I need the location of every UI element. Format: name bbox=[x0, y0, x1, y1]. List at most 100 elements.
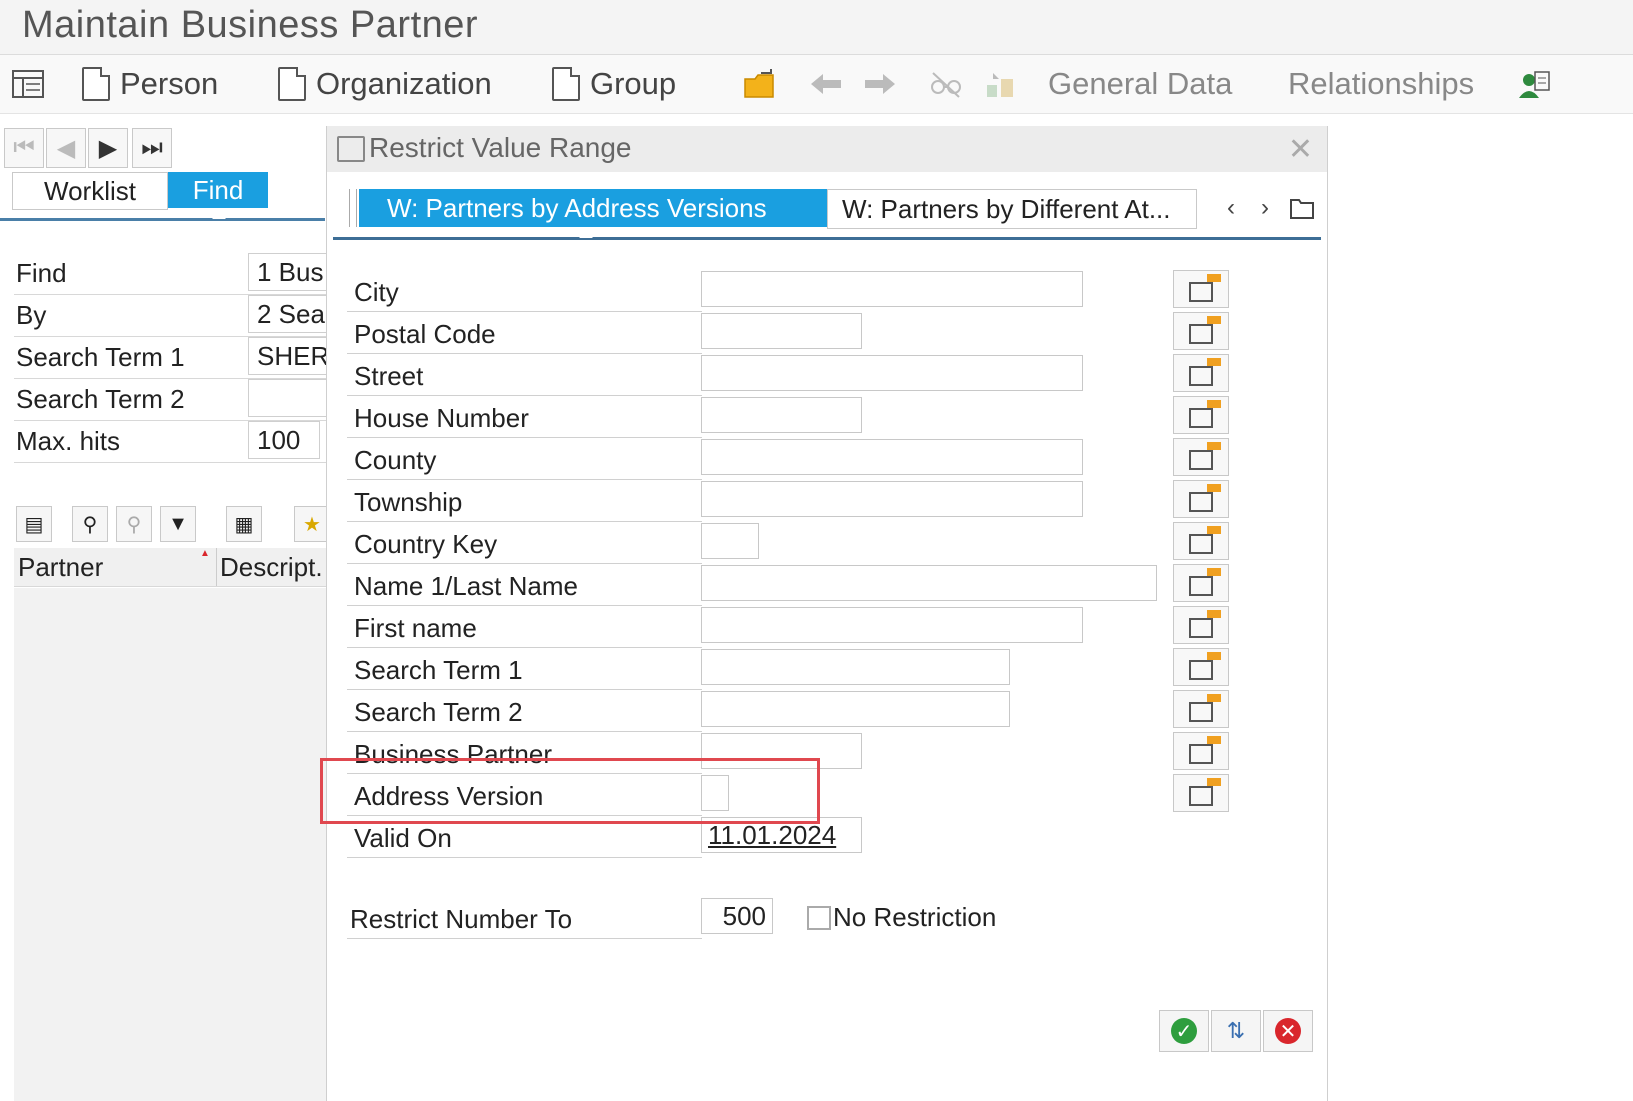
no-restriction-checkbox[interactable] bbox=[807, 906, 831, 930]
tab-find[interactable]: Find bbox=[168, 172, 268, 208]
postal-code-row: Postal Code bbox=[347, 313, 702, 354]
previous-record-icon[interactable]: ◀ bbox=[46, 128, 86, 168]
country-key-multiple-selection-button[interactable] bbox=[1173, 522, 1229, 560]
back-arrow-icon[interactable] bbox=[808, 67, 844, 101]
county-label: County bbox=[354, 445, 437, 475]
first-name-input[interactable] bbox=[701, 607, 1083, 643]
postal-code-label: Postal Code bbox=[354, 319, 496, 349]
title-bar: Maintain Business Partner bbox=[0, 0, 1633, 55]
switch-partner-icon[interactable] bbox=[982, 67, 1018, 101]
checkmark-icon: ✓ bbox=[1171, 1018, 1197, 1044]
create-group-button[interactable]: Group bbox=[552, 65, 676, 103]
tab-worklist[interactable]: Worklist bbox=[12, 172, 168, 210]
city-multiple-selection-button[interactable] bbox=[1173, 270, 1229, 308]
max-hits-row: Max. hits 100 bbox=[14, 421, 326, 463]
no-restriction-label: No Restriction bbox=[833, 902, 997, 932]
find-field[interactable]: 1 Bus bbox=[248, 253, 337, 291]
find-next-icon[interactable]: ⚲ bbox=[116, 506, 152, 542]
layout-icon[interactable]: ▦ bbox=[226, 506, 262, 542]
county-input[interactable] bbox=[701, 439, 1083, 475]
street-multiple-selection-button[interactable] bbox=[1173, 354, 1229, 392]
search-term-1-input[interactable] bbox=[701, 649, 1010, 685]
cancel-button[interactable]: ✕ bbox=[1263, 1010, 1313, 1052]
create-organization-label: Organization bbox=[316, 66, 492, 101]
person-settings-icon[interactable] bbox=[1516, 67, 1552, 101]
last-record-icon[interactable]: ⏭ bbox=[132, 128, 172, 168]
favorites-icon[interactable]: ★ bbox=[294, 506, 330, 542]
house-number-multiple-selection-button[interactable] bbox=[1173, 396, 1229, 434]
address-version-highlight bbox=[320, 758, 820, 824]
max-hits-field[interactable]: 100 bbox=[248, 421, 320, 459]
document-icon bbox=[82, 67, 110, 101]
county-row: County bbox=[347, 439, 702, 480]
search-term-2-label: Search Term 2 bbox=[16, 384, 185, 414]
result-grid-header: Partner ▲ Descript. bbox=[14, 548, 326, 587]
general-data-button[interactable]: General Data bbox=[1048, 65, 1232, 103]
first-record-icon[interactable]: ⏮ bbox=[4, 128, 44, 168]
search-term-2-input[interactable] bbox=[701, 691, 1010, 727]
multiple-selection-icon: ⇅ bbox=[1226, 1018, 1246, 1043]
by-field[interactable]: 2 Sea bbox=[248, 295, 337, 333]
city-row: City bbox=[347, 271, 702, 312]
first-name-label: First name bbox=[354, 613, 477, 643]
business-partner-multiple-selection-button[interactable] bbox=[1173, 732, 1229, 770]
address-version-multiple-selection-button[interactable] bbox=[1173, 774, 1229, 812]
first-name-multiple-selection-button[interactable] bbox=[1173, 606, 1229, 644]
open-folder-icon[interactable] bbox=[742, 67, 778, 101]
search-term-2-row: Search Term 2 bbox=[14, 379, 337, 421]
search-term-2-row: Search Term 2 bbox=[347, 691, 702, 732]
multiple-selection-button[interactable]: ⇅ bbox=[1211, 1010, 1261, 1052]
name-1-last-name-multiple-selection-button[interactable] bbox=[1173, 564, 1229, 602]
house-number-input[interactable] bbox=[701, 397, 862, 433]
search-term-1-multiple-selection-button[interactable] bbox=[1173, 648, 1229, 686]
window-title: Maintain Business Partner bbox=[22, 4, 479, 46]
close-icon[interactable]: ✕ bbox=[1288, 132, 1313, 167]
tab-scroll-left-icon[interactable]: ‹ bbox=[1227, 194, 1235, 222]
forward-arrow-icon[interactable] bbox=[862, 67, 898, 101]
tab-list-folder-icon[interactable] bbox=[1289, 196, 1317, 225]
display-change-glasses-icon[interactable] bbox=[928, 67, 964, 101]
details-icon[interactable]: ▤ bbox=[16, 506, 52, 542]
valid-on-label: Valid On bbox=[354, 823, 452, 853]
search-term-2-multiple-selection-button[interactable] bbox=[1173, 690, 1229, 728]
navigation-toggle-icon[interactable] bbox=[10, 67, 46, 101]
tab-underline bbox=[0, 218, 325, 221]
city-input[interactable] bbox=[701, 271, 1083, 307]
create-organization-button[interactable]: Organization bbox=[278, 65, 492, 103]
search-term-1-field[interactable]: SHERR bbox=[248, 337, 337, 375]
tab-partners-by-different-attributes[interactable]: W: Partners by Different At... bbox=[827, 189, 1197, 229]
search-term-2-field[interactable] bbox=[248, 379, 337, 417]
next-record-icon[interactable]: ▶ bbox=[88, 128, 128, 168]
column-divider bbox=[216, 548, 217, 586]
restrict-number-row: Restrict Number To bbox=[347, 898, 702, 939]
column-description[interactable]: Descript. bbox=[220, 552, 323, 583]
postal-code-input[interactable] bbox=[701, 313, 862, 349]
township-multiple-selection-button[interactable] bbox=[1173, 480, 1229, 518]
dialog-icon bbox=[337, 136, 365, 162]
continue-button[interactable]: ✓ bbox=[1159, 1010, 1209, 1052]
country-key-row: Country Key bbox=[347, 523, 702, 564]
street-label: Street bbox=[354, 361, 424, 391]
township-input[interactable] bbox=[701, 481, 1083, 517]
relationships-button[interactable]: Relationships bbox=[1288, 65, 1474, 103]
main-toolbar: Person Organization Group General Data R… bbox=[0, 55, 1633, 114]
country-key-label: Country Key bbox=[354, 529, 498, 559]
street-input[interactable] bbox=[701, 355, 1083, 391]
country-key-input[interactable] bbox=[701, 523, 759, 559]
document-icon bbox=[278, 67, 306, 101]
result-grid-body bbox=[14, 588, 326, 1101]
tab-scroll-right-icon[interactable]: › bbox=[1261, 194, 1269, 222]
city-label: City bbox=[354, 277, 399, 307]
postal-code-multiple-selection-button[interactable] bbox=[1173, 312, 1229, 350]
tab-partners-by-address-versions[interactable]: W: Partners by Address Versions bbox=[359, 189, 839, 227]
create-person-button[interactable]: Person bbox=[82, 65, 218, 103]
name-1-last-name-input[interactable] bbox=[701, 565, 1157, 601]
county-multiple-selection-button[interactable] bbox=[1173, 438, 1229, 476]
house-number-label: House Number bbox=[354, 403, 529, 433]
restrict-number-input[interactable]: 500 bbox=[701, 898, 773, 934]
column-partner[interactable]: Partner bbox=[18, 552, 103, 583]
filter-icon[interactable]: ▼ bbox=[160, 506, 196, 542]
find-binoculars-icon[interactable]: ⚲ bbox=[72, 506, 108, 542]
house-number-row: House Number bbox=[347, 397, 702, 438]
first-name-row: First name bbox=[347, 607, 702, 648]
